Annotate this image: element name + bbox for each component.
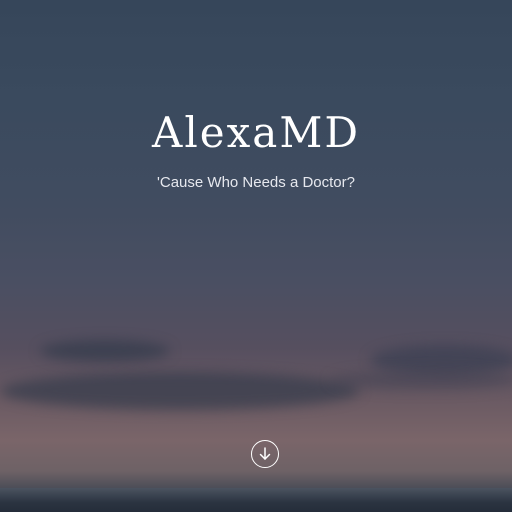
- hero-section: AlexaMD 'Cause Who Needs a Doctor?: [0, 0, 512, 512]
- arrow-down-icon: [259, 447, 271, 460]
- site-title: AlexaMD: [151, 108, 361, 157]
- site-tagline: 'Cause Who Needs a Doctor?: [157, 174, 355, 191]
- cloud-decoration: [40, 340, 170, 362]
- scroll-down-button[interactable]: [251, 440, 279, 468]
- sea-horizon: [0, 488, 512, 512]
- cloud-decoration: [330, 370, 512, 390]
- cloud-decoration: [0, 372, 360, 410]
